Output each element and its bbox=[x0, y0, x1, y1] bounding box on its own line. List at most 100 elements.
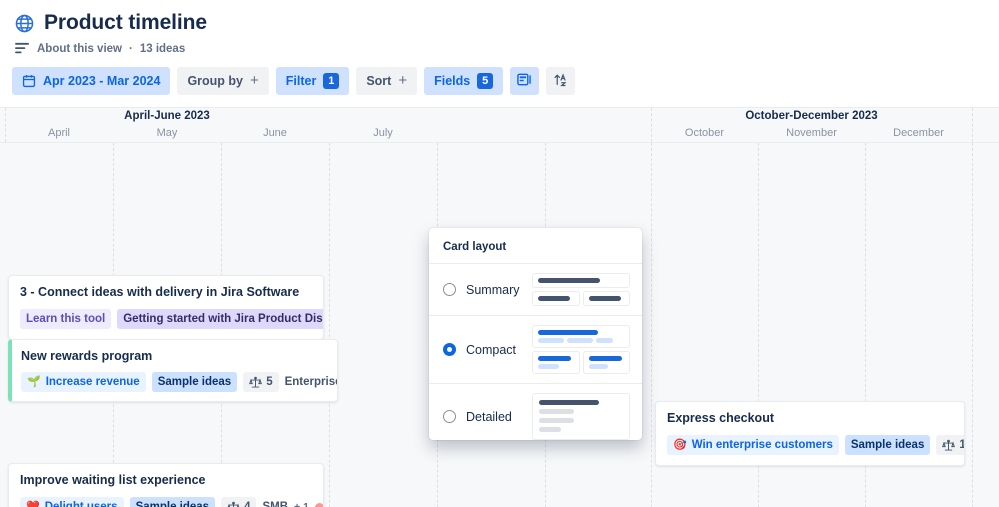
radio-detailed[interactable] bbox=[443, 410, 456, 423]
preview-box bbox=[582, 291, 630, 306]
preview-bar bbox=[595, 338, 613, 343]
goal-label: Delight users bbox=[44, 501, 118, 507]
filter-button[interactable]: Filter 1 bbox=[275, 67, 350, 95]
preview-box bbox=[582, 351, 630, 374]
card-layout-option-summary[interactable]: Summary bbox=[429, 263, 642, 315]
segment-label: SMB bbox=[262, 501, 289, 507]
tag-chip[interactable]: Getting started with Jira Product Discov… bbox=[117, 309, 323, 329]
preview-bar bbox=[588, 296, 622, 301]
fields-count-badge: 5 bbox=[477, 73, 494, 89]
filter-label: Filter bbox=[285, 74, 317, 88]
grid-line bbox=[329, 143, 330, 507]
sort-button[interactable]: Sort + bbox=[356, 67, 418, 95]
goal-chip[interactable]: 🎯 Win enterprise customers bbox=[667, 435, 839, 455]
card-meta-row: ❤️Delight usersSample ideas4SMB+ 1••• bbox=[20, 496, 323, 507]
quarter-separator bbox=[651, 108, 652, 142]
preview-bar bbox=[539, 409, 575, 414]
preview-summary bbox=[532, 273, 630, 306]
panel-title: Card layout bbox=[443, 241, 507, 253]
timeline-header: April-June 2023 October-December 2023 Apri… bbox=[0, 107, 999, 143]
card-layout-option-detailed[interactable]: Detailed bbox=[429, 383, 642, 440]
card-layout-panel: Card layout Summary Compact Detailed bbox=[429, 228, 642, 440]
title-row: Product timeline bbox=[14, 8, 985, 38]
calendar-icon bbox=[22, 74, 36, 88]
preview-row bbox=[538, 338, 624, 343]
sort-alpha-icon bbox=[553, 72, 568, 90]
about-this-view-row[interactable]: About this view · 13 ideas bbox=[14, 42, 985, 55]
impact-value: 5 bbox=[266, 376, 273, 388]
tag-chip[interactable]: Sample ideas bbox=[129, 497, 216, 507]
date-range-label: Apr 2023 - Mar 2024 bbox=[43, 74, 161, 88]
sort-order-button[interactable] bbox=[546, 67, 576, 95]
goal-chip[interactable]: 🌱 Increase revenue bbox=[21, 372, 146, 392]
fields-label: Fields bbox=[434, 74, 471, 88]
tag-chip[interactable]: Sample ideas bbox=[151, 372, 238, 392]
preview-bar bbox=[538, 338, 564, 343]
scale-icon bbox=[249, 376, 263, 389]
card-title: 3 - Connect ideas with delivery in Jira … bbox=[20, 285, 300, 299]
month-label: April bbox=[47, 127, 70, 139]
insight-dot bbox=[314, 502, 323, 507]
month-label: October bbox=[684, 127, 725, 139]
fields-button[interactable]: Fields 5 bbox=[424, 67, 504, 95]
month-label: July bbox=[373, 127, 393, 139]
plus-icon: + bbox=[250, 72, 259, 89]
tag-chip[interactable]: Learn this tool bbox=[20, 309, 112, 329]
card-layout-option-compact[interactable]: Compact bbox=[429, 315, 642, 383]
month-label: June bbox=[263, 127, 287, 139]
option-label-summary: Summary bbox=[466, 282, 520, 297]
segment-label: Enterprise bbox=[284, 376, 338, 388]
card-layout-button[interactable] bbox=[510, 67, 540, 95]
radio-compact[interactable] bbox=[443, 343, 456, 356]
tag-chip[interactable]: Sample ideas bbox=[844, 435, 931, 455]
preview-bar bbox=[538, 364, 560, 369]
filter-count-badge: 1 bbox=[323, 73, 340, 89]
idea-card[interactable]: New rewards program 🌱 Increase revenue Samp… bbox=[8, 339, 338, 402]
impact-value: 4 bbox=[244, 501, 251, 507]
scale-icon bbox=[942, 439, 956, 452]
preview-box bbox=[532, 393, 630, 440]
card-meta-row: 🎯Win enterprise customersSample ideas1St… bbox=[667, 434, 964, 456]
preview-row bbox=[532, 351, 630, 374]
preview-bar bbox=[538, 278, 600, 283]
preview-row bbox=[532, 291, 630, 306]
preview-bar bbox=[588, 364, 609, 369]
group-by-label: Group by bbox=[187, 74, 243, 88]
month-label: December bbox=[893, 127, 944, 139]
preview-bar bbox=[538, 330, 599, 335]
radio-summary[interactable] bbox=[443, 283, 456, 296]
product-timeline-app: Product timeline About this view · 13 id… bbox=[0, 0, 999, 507]
impact-score: 5 bbox=[243, 372, 279, 392]
goal-chip[interactable]: ❤️ Delight users bbox=[20, 497, 124, 507]
preview-bar bbox=[539, 400, 600, 405]
list-lines-icon bbox=[15, 42, 30, 55]
preview-bar bbox=[539, 418, 575, 423]
quarter-label: April-June 2023 bbox=[124, 110, 210, 122]
impact-score: 1 bbox=[936, 435, 964, 455]
idea-card[interactable]: Improve waiting list experience ❤️ Delight… bbox=[8, 463, 324, 507]
card-title: Improve waiting list experience bbox=[20, 473, 206, 487]
grid-line bbox=[972, 143, 973, 507]
card-title: Express checkout bbox=[667, 411, 774, 425]
quarter-separator bbox=[5, 108, 6, 142]
option-label-compact: Compact bbox=[466, 342, 517, 357]
quarter-separator bbox=[972, 108, 973, 142]
date-range-button[interactable]: Apr 2023 - Mar 2024 bbox=[12, 67, 171, 95]
target-icon: 🎯 bbox=[673, 438, 687, 451]
preview-box bbox=[532, 325, 630, 348]
month-label: November bbox=[786, 127, 837, 139]
group-by-button[interactable]: Group by + bbox=[177, 67, 269, 95]
impact-score: 4 bbox=[221, 497, 257, 507]
card-meta-row: Learn this tool Getting started with Jira… bbox=[20, 308, 323, 330]
page-title: Product timeline bbox=[44, 11, 207, 34]
idea-card[interactable]: Express checkout 🎯 Win enterprise customer… bbox=[655, 401, 965, 466]
option-label-detailed: Detailed bbox=[466, 409, 512, 424]
preview-box bbox=[532, 291, 580, 306]
card-title: New rewards program bbox=[21, 349, 153, 363]
extra-count: + 1 bbox=[294, 501, 309, 507]
timeline-board: 3 - Connect ideas with delivery in Jira … bbox=[0, 143, 999, 507]
idea-card[interactable]: 3 - Connect ideas with delivery in Jira … bbox=[8, 275, 324, 340]
preview-bar bbox=[538, 296, 570, 301]
about-this-view-label[interactable]: About this view bbox=[37, 43, 122, 55]
preview-detailed bbox=[532, 393, 630, 440]
